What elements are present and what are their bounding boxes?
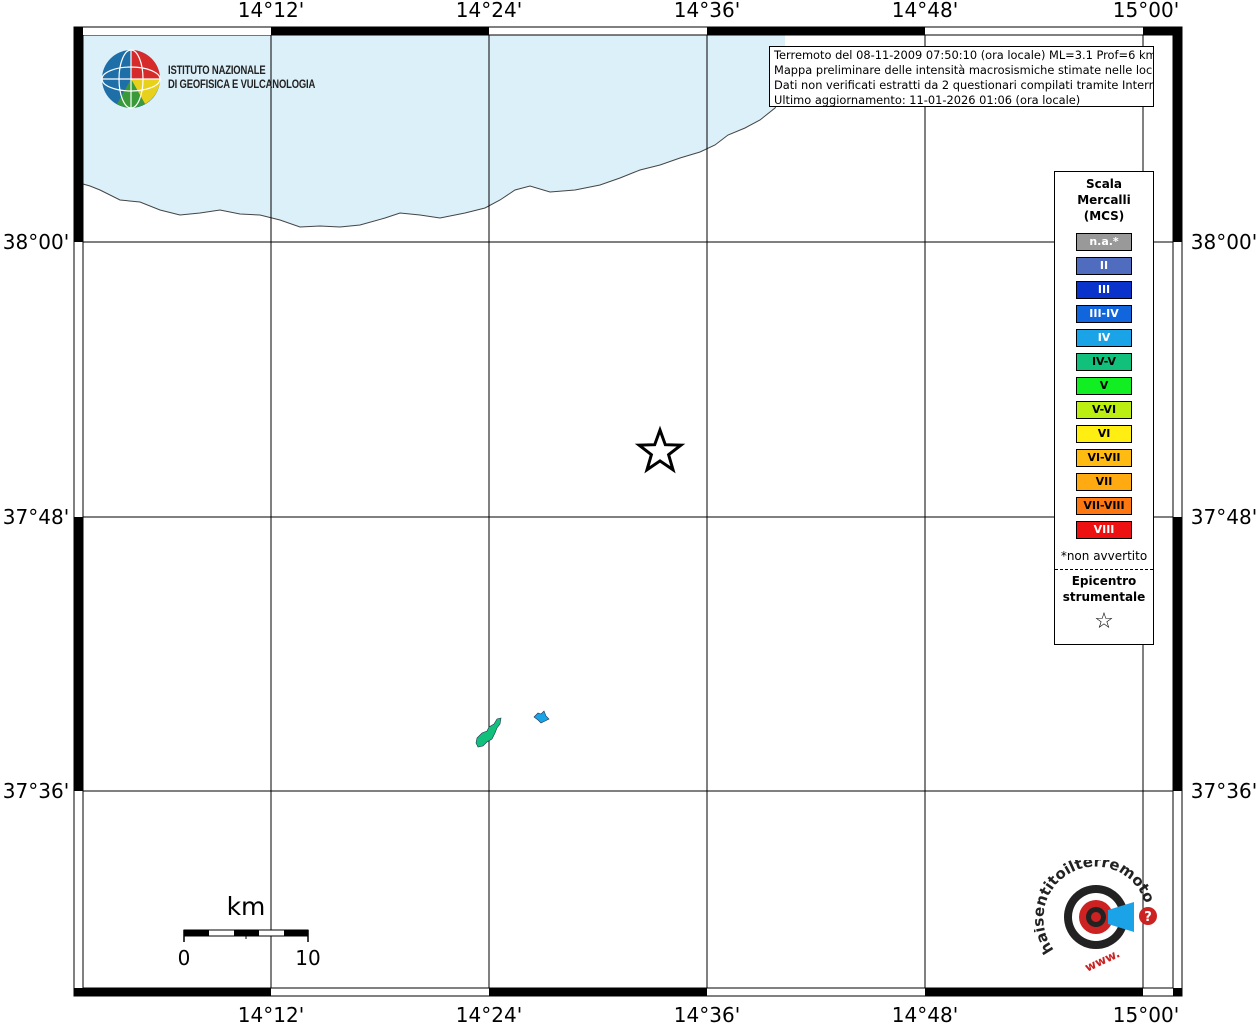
scale-bar — [183, 929, 309, 942]
haisentito-logo[interactable]: ? haisentitoilterremoto.it www. — [1029, 846, 1164, 980]
legend-item: VII — [1076, 473, 1132, 491]
legend-epicenter-line2: strumentale — [1062, 590, 1146, 604]
event-info-line4: Ultimo aggiornamento: 11-01-2026 01:06 (… — [774, 93, 1081, 107]
ingv-globe-icon — [101, 49, 161, 109]
observation-area-iv[interactable] — [533, 710, 550, 724]
epicenter-star-icon[interactable] — [634, 425, 686, 474]
legend-title: Scala Mercalli (MCS) — [1055, 176, 1153, 224]
legend-item: VIII — [1076, 521, 1132, 539]
lon-label-top-3: 14°36' — [674, 0, 740, 22]
event-info-line1: Terremoto del 08-11-2009 07:50:10 (ora l… — [774, 48, 1154, 62]
legend-item: VII-VIII — [1076, 497, 1132, 515]
legend-item: n.a.* — [1076, 233, 1132, 251]
legend-title-line2: Mercalli — [1077, 193, 1131, 207]
lon-label-bottom-5: 15°00' — [1113, 1003, 1179, 1024]
lat-label-right-1: 38°00' — [1191, 230, 1256, 254]
lon-label-top-2: 14°24' — [456, 0, 522, 22]
legend-item: II — [1076, 257, 1132, 275]
legend-epicenter-line1: Epicentro — [1071, 574, 1137, 588]
lon-label-bottom-1: 14°12' — [238, 1003, 304, 1024]
legend-epicenter-label: Epicentro strumentale — [1055, 573, 1153, 605]
legend-item: VI — [1076, 425, 1132, 443]
event-info-line3: Dati non verificati estratti da 2 questi… — [774, 78, 1154, 92]
legend-title-line3: (MCS) — [1083, 209, 1125, 223]
legend-note: *non avvertito — [1060, 549, 1148, 563]
scale-bar-unit: km — [227, 892, 266, 921]
lon-label-top-4: 14°48' — [892, 0, 958, 22]
lon-label-top-1: 14°12' — [238, 0, 304, 22]
mercalli-legend: Scala Mercalli (MCS) n.a.* II III III-IV IV I… — [1054, 171, 1154, 645]
ingv-logo[interactable]: ISTITUTO NAZIONALE DI GEOFISICA E VULCAN… — [100, 48, 320, 110]
ingv-logo-line2: DI GEOFISICA E VULCANOLOGIA — [168, 79, 316, 91]
haisentito-logo-prefix: www. — [1083, 946, 1123, 974]
lon-label-top-5: 15°00' — [1113, 0, 1179, 22]
svg-text:?: ? — [1144, 910, 1152, 925]
lat-label-right-2: 37°48' — [1191, 505, 1256, 529]
legend-item: III — [1076, 281, 1132, 299]
lat-label-left-2: 37°48' — [3, 505, 69, 529]
legend-item: IV-V — [1076, 353, 1132, 371]
legend-item: V — [1076, 377, 1132, 395]
scale-bar-end: 10 — [295, 946, 320, 970]
lon-label-bottom-4: 14°48' — [892, 1003, 958, 1024]
lon-label-bottom-2: 14°24' — [456, 1003, 522, 1024]
lat-label-left-3: 37°36' — [3, 779, 69, 803]
scale-bar-start: 0 — [178, 946, 191, 970]
event-info-box: Terremoto del 08-11-2009 07:50:10 (ora l… — [769, 46, 1154, 107]
lon-label-bottom-3: 14°36' — [674, 1003, 740, 1024]
lat-label-right-3: 37°36' — [1191, 779, 1256, 803]
event-info-line2: Mappa preliminare delle intensità macros… — [774, 63, 1154, 77]
ingv-logo-line1: ISTITUTO NAZIONALE — [168, 65, 266, 77]
legend-item: V-VI — [1076, 401, 1132, 419]
haisentito-logo-icon: ? haisentitoilterremoto.it www. — [1029, 846, 1158, 975]
legend-title-line1: Scala — [1085, 177, 1123, 191]
legend-item: VI-VII — [1076, 449, 1132, 467]
legend-divider — [1055, 569, 1153, 570]
legend-items: n.a.* II III III-IV IV IV-V V V-VI VI VI-VII VII VI… — [1055, 233, 1153, 539]
lat-label-left-1: 38°00' — [3, 230, 69, 254]
legend-star-icon: ☆ — [1094, 609, 1114, 634]
legend-item: III-IV — [1076, 305, 1132, 323]
legend-item: IV — [1076, 329, 1132, 347]
